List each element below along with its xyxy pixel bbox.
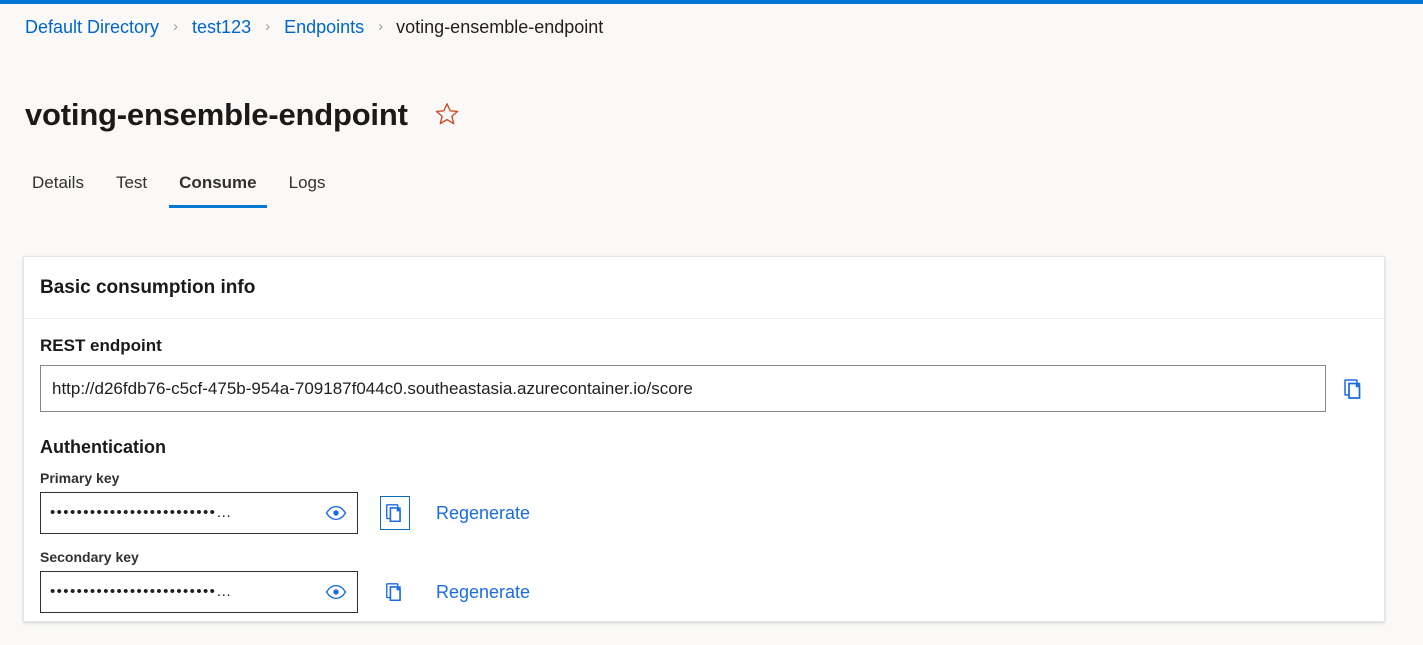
- basic-consumption-info-card: Basic consumption info REST endpoint Aut…: [23, 256, 1385, 622]
- eye-icon[interactable]: [323, 580, 349, 604]
- star-icon[interactable]: [434, 101, 460, 132]
- primary-key-row: •••••••••••••••••••••••••… Regenerate: [40, 492, 1368, 534]
- breadcrumb-item-test123[interactable]: test123: [191, 16, 252, 38]
- card-title: Basic consumption info: [40, 276, 256, 298]
- tab-consume[interactable]: Consume: [169, 172, 268, 208]
- breadcrumb: Default Directory › test123 › Endpoints …: [24, 16, 603, 38]
- secondary-key-row: •••••••••••••••••••••••••… Regenerate: [40, 571, 1368, 613]
- copy-icon[interactable]: [1340, 375, 1368, 403]
- tab-bar: Details Test Consume Logs: [22, 164, 348, 208]
- tab-logs[interactable]: Logs: [279, 172, 336, 208]
- breadcrumb-separator: ›: [378, 18, 384, 35]
- primary-key-input[interactable]: •••••••••••••••••••••••••…: [40, 492, 358, 534]
- page-title: voting-ensemble-endpoint: [25, 96, 408, 132]
- tab-test[interactable]: Test: [106, 172, 157, 208]
- rest-endpoint-label: REST endpoint: [40, 336, 162, 355]
- secondary-key-label: Secondary key: [40, 549, 139, 565]
- breadcrumb-item-default-directory[interactable]: Default Directory: [24, 16, 160, 38]
- rest-endpoint-input[interactable]: [40, 365, 1327, 412]
- authentication-label: Authentication: [40, 437, 166, 457]
- breadcrumb-item-endpoints[interactable]: Endpoints: [283, 16, 365, 38]
- primary-key-masked-value: •••••••••••••••••••••••••…: [50, 504, 233, 521]
- regenerate-primary-key-link[interactable]: Regenerate: [436, 501, 530, 525]
- primary-key-label: Primary key: [40, 470, 120, 486]
- breadcrumb-separator: ›: [173, 18, 179, 35]
- page-container: Default Directory › test123 › Endpoints …: [0, 4, 1423, 645]
- copy-icon[interactable]: [380, 496, 410, 530]
- breadcrumb-item-current: voting-ensemble-endpoint: [396, 17, 604, 37]
- card-header: Basic consumption info: [24, 257, 1384, 319]
- rest-endpoint-row: [40, 365, 1368, 412]
- title-row: voting-ensemble-endpoint: [25, 74, 460, 156]
- breadcrumb-separator: ›: [265, 18, 271, 35]
- secondary-key-masked-value: •••••••••••••••••••••••••…: [50, 583, 233, 600]
- regenerate-secondary-key-link[interactable]: Regenerate: [436, 580, 530, 604]
- tab-details[interactable]: Details: [22, 172, 94, 208]
- secondary-key-input[interactable]: •••••••••••••••••••••••••…: [40, 571, 358, 613]
- card-body: REST endpoint Authentication Primary key: [24, 319, 1384, 613]
- copy-icon[interactable]: [380, 575, 410, 609]
- eye-icon[interactable]: [323, 501, 349, 525]
